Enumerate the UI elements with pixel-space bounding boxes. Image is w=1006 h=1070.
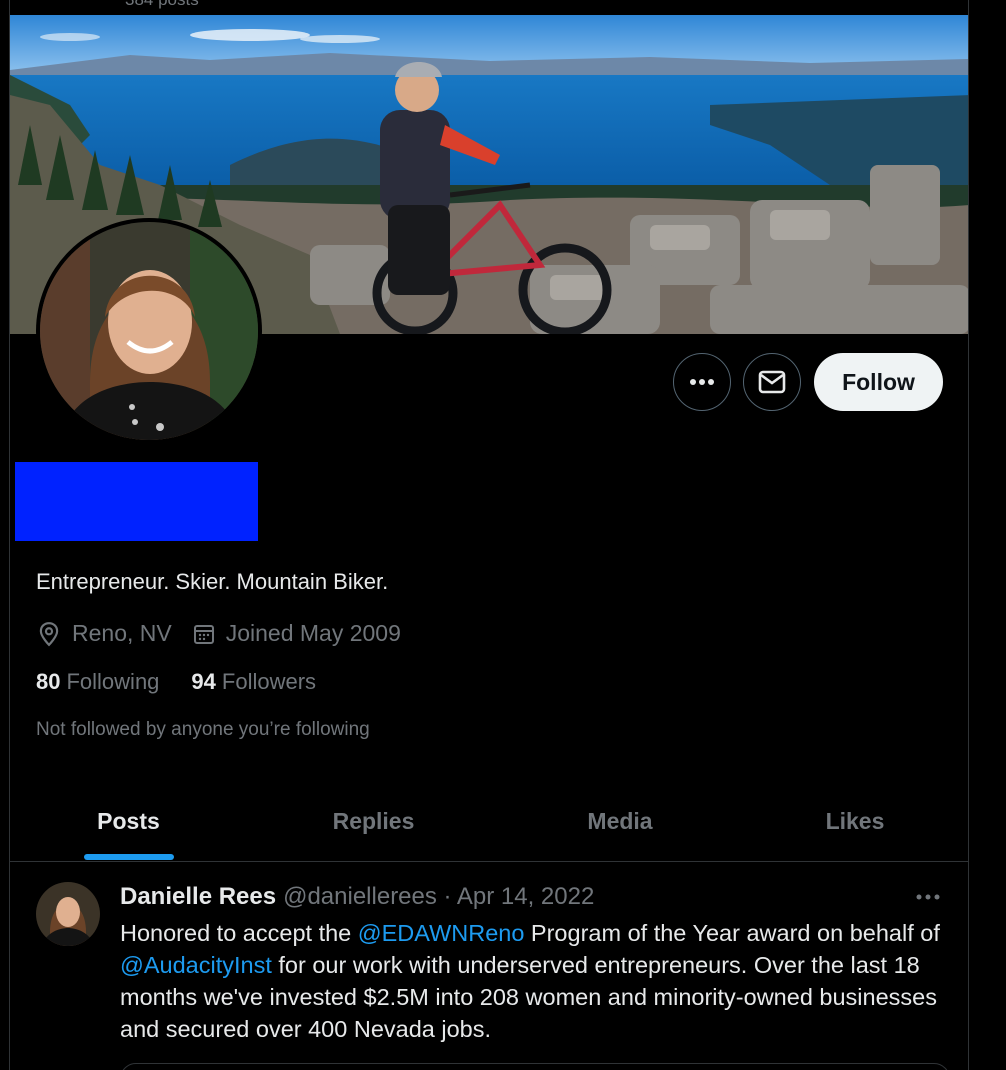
tab-posts[interactable]: Posts xyxy=(10,780,247,862)
more-horizontal-icon xyxy=(916,894,940,900)
profile-column: 384 posts xyxy=(9,0,969,1070)
tweet-media-card[interactable] xyxy=(120,1063,950,1070)
tweet-author-name[interactable]: Danielle Rees xyxy=(120,883,276,911)
calendar-icon xyxy=(193,624,214,644)
tweet-handle-date[interactable]: @daniellerees · Apr 14, 2022 xyxy=(283,883,594,911)
envelope-icon xyxy=(758,370,786,394)
profile-bio: Entrepreneur. Skier. Mountain Biker. xyxy=(36,569,389,594)
profile-avatar[interactable] xyxy=(36,218,262,444)
tab-replies[interactable]: Replies xyxy=(255,780,492,862)
location-text: Reno, NV xyxy=(72,620,172,646)
following-count: 80 xyxy=(36,669,61,694)
mention-link[interactable]: @EDAWNReno xyxy=(358,920,525,946)
more-horizontal-icon xyxy=(690,379,714,385)
tweet-text-part: Program of the Year award on behalf of xyxy=(524,920,940,946)
tweet-more-button[interactable] xyxy=(910,885,946,909)
following-link[interactable]: 80 Following xyxy=(36,669,159,695)
follow-button[interactable]: Follow xyxy=(814,353,943,411)
tweet[interactable]: Danielle Rees @daniellerees · Apr 14, 20… xyxy=(10,863,968,1070)
location: Reno, NV xyxy=(36,620,172,647)
profile-tabs: Posts Replies Media Likes xyxy=(10,780,968,862)
profile-meta: Reno, NV Joined May 2009 xyxy=(36,620,421,647)
location-pin-icon xyxy=(39,621,59,646)
followers-label: Followers xyxy=(221,669,317,694)
tweet-text-part: Honored to accept the xyxy=(120,920,358,946)
joined-date: Joined May 2009 xyxy=(192,620,401,647)
joined-text: Joined May 2009 xyxy=(225,620,401,646)
more-options-button[interactable] xyxy=(673,353,731,411)
followers-count: 94 xyxy=(191,669,216,694)
posts-count: 384 posts xyxy=(125,0,199,10)
followers-link[interactable]: 94 Followers xyxy=(191,669,316,695)
active-tab-indicator xyxy=(84,854,174,860)
redacted-name-block xyxy=(15,462,258,541)
follow-counts: 80 Following 94 Followers xyxy=(36,669,348,695)
tweet-text: Honored to accept the @EDAWNReno Program… xyxy=(120,917,950,1045)
message-button[interactable] xyxy=(743,353,801,411)
not-followed-notice: Not followed by anyone you’re following xyxy=(36,719,370,740)
tab-likes[interactable]: Likes xyxy=(740,780,968,862)
header-strip: 384 posts xyxy=(10,0,968,15)
following-label: Following xyxy=(66,669,160,694)
tab-media[interactable]: Media xyxy=(500,780,740,862)
mention-link[interactable]: @AudacityInst xyxy=(120,952,272,978)
tweet-author-avatar[interactable] xyxy=(36,882,100,946)
tweet-header: Danielle Rees @daniellerees · Apr 14, 20… xyxy=(120,883,594,911)
